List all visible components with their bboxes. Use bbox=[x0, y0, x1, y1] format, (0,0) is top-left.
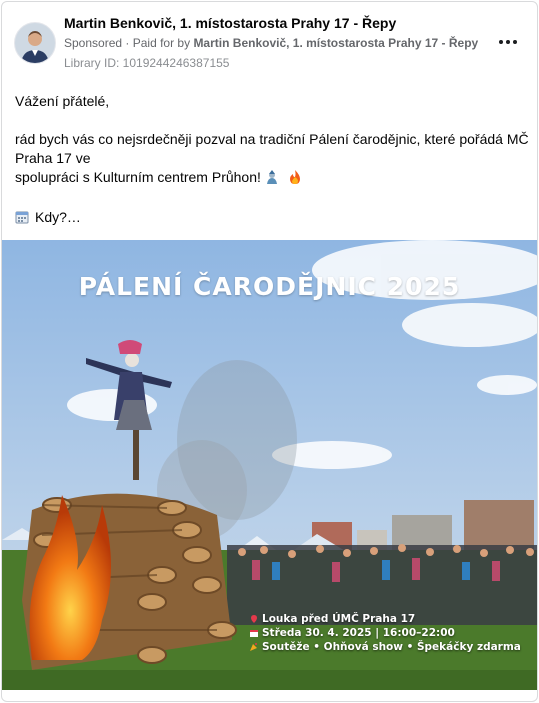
poster-program-row: Soutěže • Ohňová show • Špekáčky zdarma bbox=[250, 640, 521, 654]
poster-place: Louka před ÚMČ Praha 17 bbox=[262, 613, 416, 625]
greeting-text: Vážení přátelé, bbox=[15, 93, 110, 109]
invitation-line-2-text: spolupráci s Kulturním centrem Průhon! bbox=[15, 169, 261, 185]
poster-place-row: Louka před ÚMČ Praha 17 bbox=[250, 612, 521, 626]
sponsor-line: Sponsored · Paid for by Martin Benkovič,… bbox=[64, 36, 478, 50]
poster-info: Louka před ÚMČ Praha 17 Středa 30. 4. 20… bbox=[250, 612, 521, 654]
fire-emoji-icon bbox=[289, 170, 300, 184]
calendar-small-icon bbox=[250, 630, 258, 637]
paid-for-name[interactable]: Martin Benkovič, 1. místostarosta Prahy … bbox=[193, 36, 478, 50]
avatar-photo bbox=[15, 23, 55, 63]
post-text: Vážení přátelé, rád bych vás co nejsrdeč… bbox=[15, 92, 530, 227]
event-poster-image[interactable]: PÁLENÍ ČARODĚJNIC 2025 Louka před ÚMČ Pr… bbox=[2, 240, 537, 690]
poster-title: PÁLENÍ ČARODĚJNIC 2025 bbox=[78, 272, 461, 301]
calendar-icon bbox=[15, 211, 29, 224]
more-options-icon[interactable] bbox=[496, 32, 520, 52]
author-name[interactable]: Martin Benkovič, 1. místostarosta Prahy … bbox=[64, 15, 396, 31]
mage-emoji-icon bbox=[266, 170, 277, 184]
when-line: Kdy?… bbox=[15, 208, 530, 227]
poster-date-row: Středa 30. 4. 2025 | 16:00–22:00 bbox=[250, 626, 521, 640]
when-text[interactable]: Kdy?… bbox=[35, 209, 81, 225]
author-avatar[interactable] bbox=[14, 22, 56, 64]
post-header: Martin Benkovič, 1. místostarosta Prahy … bbox=[2, 2, 537, 72]
foreground-grass bbox=[2, 670, 537, 690]
ad-post-card: Martin Benkovič, 1. místostarosta Prahy … bbox=[1, 1, 538, 702]
invitation-line-1: rád bych vás co nejsrdečněji pozval na t… bbox=[15, 131, 529, 166]
poster-date: Středa 30. 4. 2025 | 16:00–22:00 bbox=[262, 627, 455, 639]
invitation-line-2: spolupráci s Kulturním centrem Průhon! bbox=[15, 168, 530, 189]
location-pin-icon bbox=[251, 615, 257, 623]
party-icon bbox=[250, 643, 257, 651]
paid-for-prefix: · Paid for by bbox=[125, 36, 191, 50]
library-id: Library ID: 1019244246387155 bbox=[64, 56, 230, 70]
sponsored-label: Sponsored bbox=[64, 36, 123, 50]
poster-program: Soutěže • Ohňová show • Špekáčky zdarma bbox=[262, 641, 521, 653]
